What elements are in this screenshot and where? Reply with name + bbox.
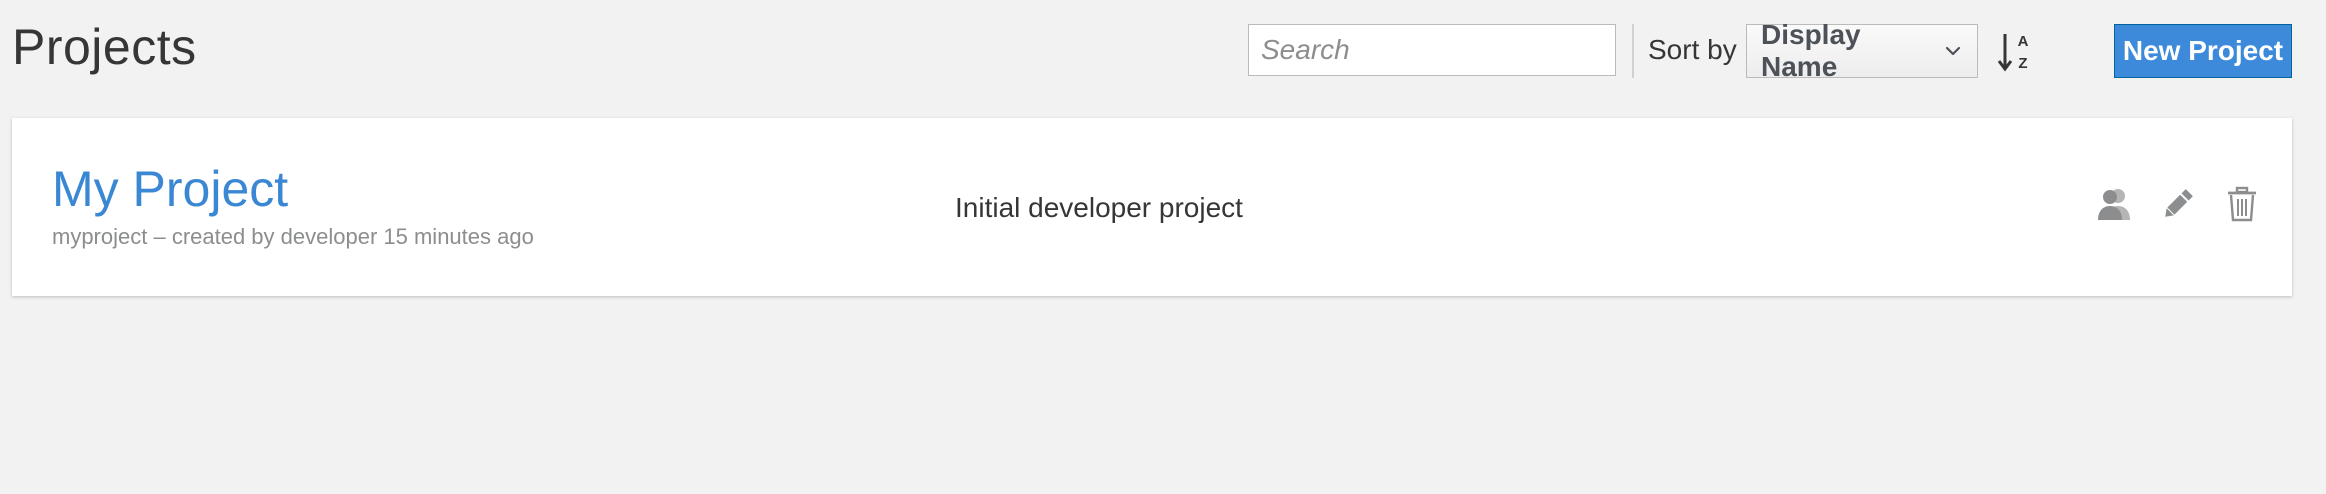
svg-text:Z: Z — [2018, 55, 2027, 72]
edit-icon[interactable] — [2158, 184, 2198, 224]
page-title: Projects — [12, 19, 197, 75]
sort-alpha-asc-icon[interactable]: A Z — [1996, 28, 2036, 76]
sort-by-selected-value: Display Name — [1761, 19, 1861, 82]
project-name-link[interactable]: My Project — [52, 160, 288, 218]
project-meta: myproject – created by developer 15 minu… — [52, 224, 534, 249]
chevron-down-icon — [1943, 41, 1963, 61]
new-project-button[interactable]: New Project — [2114, 24, 2292, 78]
toolbar-divider — [1632, 24, 1634, 78]
sort-by-label: Sort by — [1648, 34, 1737, 65]
sort-by-select[interactable]: Display Name — [1746, 19, 1978, 82]
members-icon[interactable] — [2094, 184, 2134, 224]
delete-icon[interactable] — [2222, 184, 2262, 224]
search-input[interactable] — [1248, 24, 1616, 76]
project-card: My Project myproject – created by develo… — [12, 118, 2292, 296]
project-description: Initial developer project — [955, 192, 1243, 223]
svg-text:A: A — [2018, 33, 2029, 50]
